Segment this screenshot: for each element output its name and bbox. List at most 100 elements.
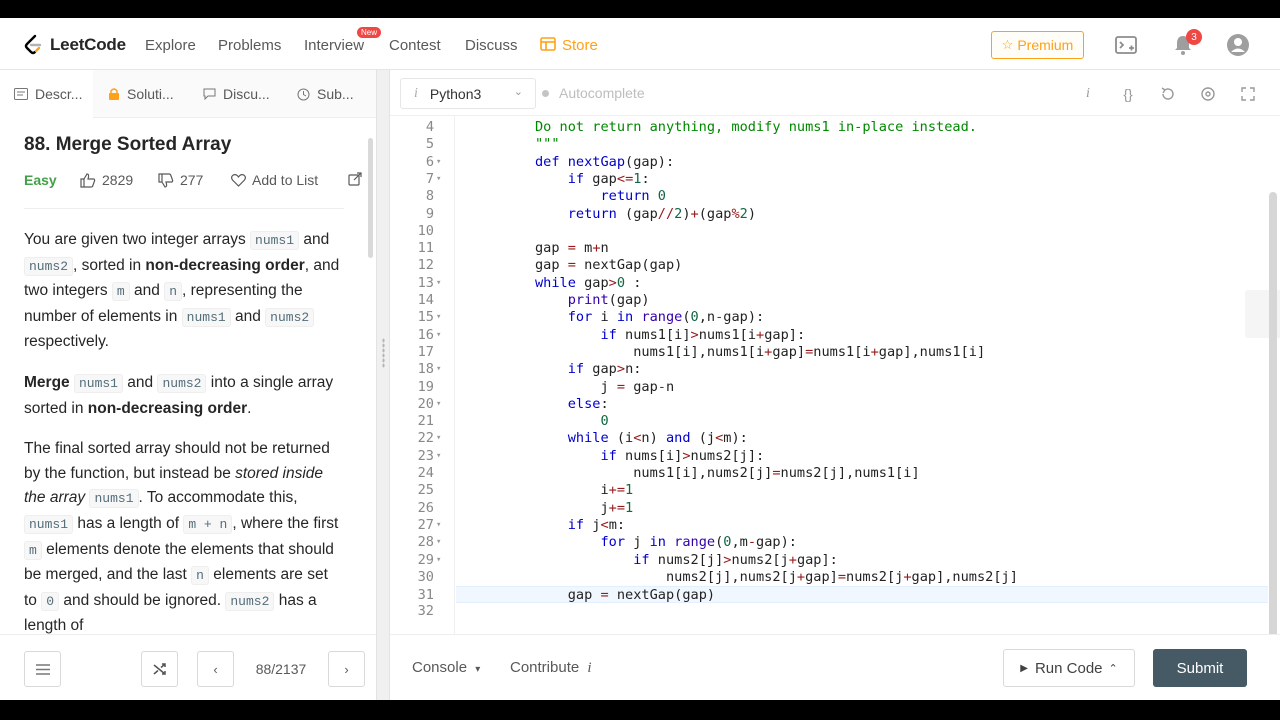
code-line[interactable]: 5 """ xyxy=(390,136,1280,153)
code-line[interactable]: 25 i+=1 xyxy=(390,482,1280,499)
add-to-list-button[interactable]: Add to List xyxy=(231,172,318,188)
info-icon[interactable]: i xyxy=(1078,84,1098,104)
autocomplete-toggle[interactable]: Autocomplete xyxy=(542,85,645,101)
line-number: 19 xyxy=(417,378,434,395)
problem-list-button[interactable] xyxy=(24,651,61,687)
text: and should be ignored. xyxy=(59,591,226,609)
code-line[interactable]: 24 nums1[i],nums2[j]=nums2[j],nums1[i] xyxy=(390,465,1280,482)
submit-label: Submit xyxy=(1176,659,1224,677)
drag-handle-icon[interactable] xyxy=(382,338,385,368)
code-line[interactable]: 15 ▾ for i in range(0,n-gap): xyxy=(390,309,1280,326)
fold-arrow-icon[interactable]: ▾ xyxy=(436,361,441,378)
code-line[interactable]: 27 ▾ if j<m: xyxy=(390,517,1280,534)
fold-arrow-icon[interactable]: ▾ xyxy=(436,309,441,326)
fold-arrow-icon[interactable]: ▾ xyxy=(436,396,441,413)
fullscreen-icon[interactable] xyxy=(1238,84,1258,104)
code-line[interactable]: 17 nums1[i],nums1[i+gap]=nums1[i+gap],nu… xyxy=(390,344,1280,361)
run-code-button[interactable]: ▶ Run Code ⌃ xyxy=(1003,649,1135,687)
nav-problems[interactable]: Problems xyxy=(218,37,281,54)
text: has a length of xyxy=(73,514,184,532)
code-line[interactable]: 12 gap = nextGap(gap) xyxy=(390,257,1280,274)
code-line[interactable]: 26 j+=1 xyxy=(390,500,1280,517)
logo[interactable]: LeetCode xyxy=(22,32,126,58)
panel-splitter[interactable] xyxy=(376,70,390,700)
fold-arrow-icon[interactable]: ▾ xyxy=(436,327,441,344)
fold-arrow-icon[interactable]: ▾ xyxy=(436,552,441,569)
description-paragraph-1: You are given two integer arrays nums1 a… xyxy=(24,228,344,355)
dislikes-count: 277 xyxy=(180,172,204,188)
code-line[interactable]: 9 return (gap//2)+(gap%2) xyxy=(390,206,1280,223)
code-line[interactable]: 32 xyxy=(390,603,1280,620)
tab-submissions[interactable]: Sub... xyxy=(297,70,354,118)
editor-toolbar: i Python3 ⌄ Autocomplete i {} xyxy=(390,70,1280,116)
premium-button[interactable]: ☆ Premium xyxy=(991,31,1084,59)
editor-scrollbar[interactable] xyxy=(1269,192,1277,652)
code-editor[interactable]: 4 Do not return anything, modify nums1 in… xyxy=(390,116,1280,634)
nav-contest[interactable]: Contest xyxy=(389,37,441,54)
code-text: if nums2[j]>nums2[j+gap]: xyxy=(633,551,838,568)
description-scrollbar[interactable] xyxy=(368,138,373,258)
line-number: 7 xyxy=(425,170,434,187)
next-problem-button[interactable]: › xyxy=(328,651,365,687)
chevron-down-icon: ⌄ xyxy=(513,86,523,98)
like-button[interactable]: 2829 xyxy=(80,172,133,188)
code-line[interactable]: 19 j = gap-n xyxy=(390,379,1280,396)
share-button[interactable] xyxy=(348,172,368,186)
fold-arrow-icon[interactable]: ▾ xyxy=(436,534,441,551)
difficulty-badge: Easy xyxy=(24,172,57,188)
code-line[interactable]: 20 ▾ else: xyxy=(390,396,1280,413)
contribute-button[interactable]: Contribute i xyxy=(510,659,592,677)
language-label: Python3 xyxy=(429,85,482,102)
line-number: 16 xyxy=(417,326,434,343)
fold-arrow-icon[interactable]: ▾ xyxy=(436,171,441,188)
code-line[interactable]: 18 ▾ if gap>n: xyxy=(390,361,1280,378)
random-problem-button[interactable] xyxy=(141,651,178,687)
code-line[interactable]: 11 gap = m+n xyxy=(390,240,1280,257)
nav-store[interactable]: Store xyxy=(562,37,598,54)
tab-discuss[interactable]: Discu... xyxy=(203,70,270,118)
description-paragraph-2: Merge nums1 and nums2 into a single arra… xyxy=(24,371,344,421)
code-text: def nextGap(gap): xyxy=(535,153,675,170)
fold-arrow-icon[interactable]: ▾ xyxy=(436,448,441,465)
code-line[interactable]: 4 Do not return anything, modify nums1 in… xyxy=(390,119,1280,136)
fold-arrow-icon[interactable]: ▾ xyxy=(436,430,441,447)
code-line[interactable]: 6 ▾ def nextGap(gap): xyxy=(390,154,1280,171)
fold-arrow-icon[interactable]: ▾ xyxy=(436,275,441,292)
code-line-active[interactable]: 31 gap = nextGap(gap) xyxy=(418,586,1268,604)
code-line[interactable]: 22 ▾ while (i<n) and (j<m): xyxy=(390,430,1280,447)
fold-arrow-icon[interactable]: ▾ xyxy=(436,517,441,534)
language-select[interactable]: i Python3 ⌄ xyxy=(400,78,536,109)
reset-icon[interactable] xyxy=(1158,84,1178,104)
nav-discuss[interactable]: Discuss xyxy=(465,37,518,54)
code-line[interactable]: 29 ▾ if nums2[j]>nums2[j+gap]: xyxy=(390,552,1280,569)
dislike-button[interactable]: 277 xyxy=(158,172,203,188)
code-line[interactable]: 28 ▾ for j in range(0,m-gap): xyxy=(390,534,1280,551)
tab-solution[interactable]: Soluti... xyxy=(108,70,174,118)
nav-explore[interactable]: Explore xyxy=(145,37,196,54)
line-number: 5 xyxy=(425,136,434,153)
code-line[interactable]: 14 print(gap) xyxy=(390,292,1280,309)
code-line[interactable]: 8 return 0 xyxy=(390,188,1280,205)
submit-button[interactable]: Submit xyxy=(1153,649,1247,687)
code-line[interactable]: 7 ▾ if gap<=1: xyxy=(390,171,1280,188)
nav-interview[interactable]: Interview xyxy=(304,37,364,54)
add-to-list-label: Add to List xyxy=(252,172,319,188)
code-text: j = gap-n xyxy=(535,378,675,395)
inline-code: nums1 xyxy=(250,231,300,250)
avatar-icon[interactable] xyxy=(1226,33,1250,57)
braces-icon[interactable]: {} xyxy=(1118,84,1138,104)
code-line[interactable]: 10 xyxy=(390,223,1280,240)
code-line[interactable]: 30 nums2[j],nums2[j+gap]=nums2[j+gap],nu… xyxy=(390,569,1280,586)
playground-icon[interactable] xyxy=(1114,33,1138,57)
fold-arrow-icon[interactable]: ▾ xyxy=(436,154,441,171)
inline-code: nums2 xyxy=(24,256,74,276)
code-line[interactable]: 21 0 xyxy=(390,413,1280,430)
code-line[interactable]: 23 ▾ if nums[i]>nums2[j]: xyxy=(390,448,1280,465)
tab-description[interactable]: Descr... xyxy=(0,70,93,118)
settings-icon[interactable] xyxy=(1198,84,1218,104)
prev-problem-button[interactable]: ‹ xyxy=(197,651,234,687)
problem-tabs: Descr... Soluti... Discu... Sub... xyxy=(0,70,376,118)
code-line[interactable]: 16 ▾ if nums1[i]>nums1[i+gap]: xyxy=(390,327,1280,344)
console-button[interactable]: Console ▾ xyxy=(412,659,480,676)
code-line[interactable]: 13 ▾ while gap>0 : xyxy=(390,275,1280,292)
